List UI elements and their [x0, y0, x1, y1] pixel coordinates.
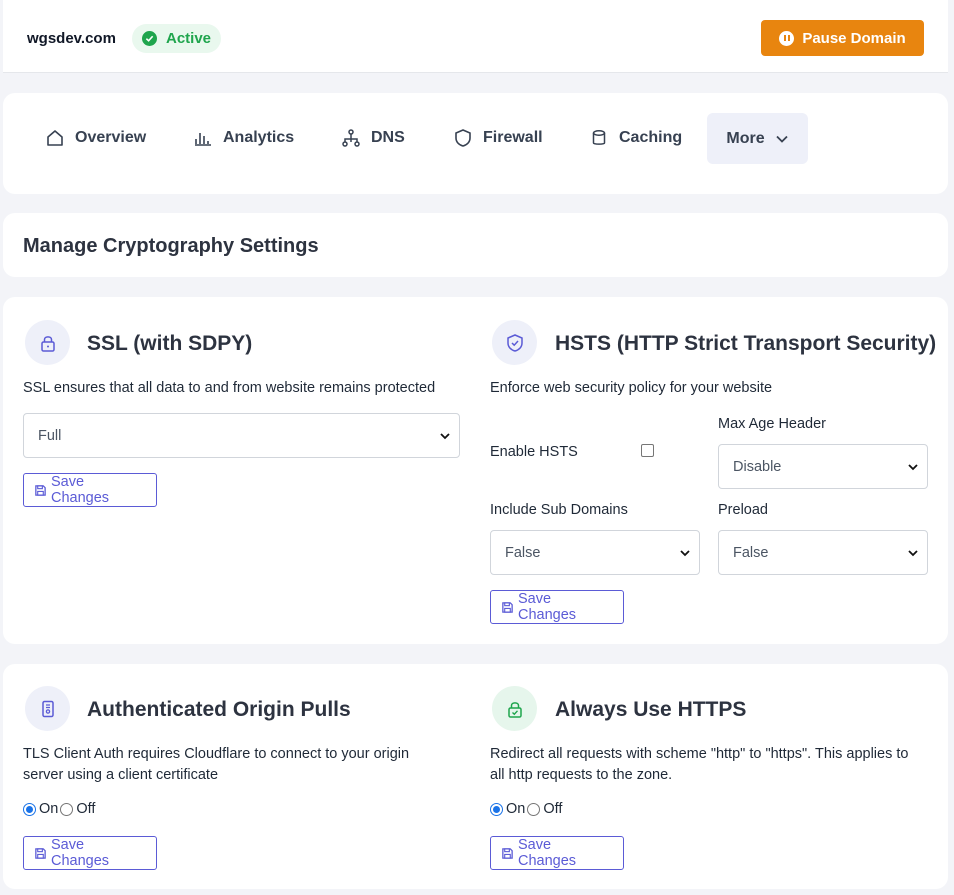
max-age-label: Max Age Header: [718, 416, 827, 432]
domain-name: wgsdev.com: [27, 30, 116, 47]
https-title: Always Use HTTPS: [555, 698, 747, 721]
origin-pulls-radio-group: On Off: [23, 801, 95, 817]
origin-pulls-description-line2: server using a client certificate: [23, 767, 219, 783]
https-save-button[interactable]: Save Changes: [490, 836, 624, 870]
save-label: Save Changes: [517, 591, 577, 623]
chevron-down-icon: [440, 433, 450, 440]
save-label: Save Changes: [50, 837, 110, 869]
max-age-select[interactable]: Disable: [718, 444, 928, 489]
hsts-save-button[interactable]: Save Changes: [490, 590, 624, 624]
nav-item-caching[interactable]: Caching: [589, 113, 682, 163]
enable-hsts-label: Enable HSTS: [490, 444, 578, 460]
nav-item-analytics[interactable]: Analytics: [193, 113, 294, 163]
off-label: Off: [76, 801, 96, 817]
pause-domain-button[interactable]: Pause Domain: [761, 20, 924, 56]
subdomains-value: False: [505, 544, 541, 561]
origin-pulls-on-radio[interactable]: [23, 802, 36, 816]
pause-icon: [779, 30, 795, 46]
enable-hsts-checkbox[interactable]: [641, 444, 654, 457]
subdomains-select[interactable]: False: [490, 530, 700, 575]
status-label: Active: [166, 30, 212, 47]
home-icon: [47, 130, 63, 146]
save-icon: [35, 484, 46, 496]
shield-check-icon: [492, 320, 537, 365]
lock-check-icon: [492, 686, 537, 731]
nav-item-label: Caching: [619, 129, 683, 146]
nav-item-dns[interactable]: DNS: [341, 113, 405, 163]
chevron-down-icon: [680, 550, 690, 557]
save-icon: [35, 847, 46, 859]
nav-item-label: Firewall: [483, 129, 543, 146]
save-label: Save Changes: [50, 474, 110, 506]
origin-https-card: Authenticated Origin Pulls TLS Client Au…: [3, 664, 948, 889]
certificate-icon: [25, 686, 70, 731]
ssl-hsts-card: SSL (with SDPY) SSL ensures that all dat…: [3, 297, 948, 644]
database-icon: [592, 130, 606, 145]
origin-pulls-save-button[interactable]: Save Changes: [23, 836, 157, 870]
lock-icon: [25, 320, 70, 365]
title-card: Manage Cryptography Settings: [3, 213, 948, 277]
ssl-mode-select[interactable]: Full: [23, 413, 460, 458]
ssl-mode-value: Full: [38, 427, 62, 444]
ssl-title: SSL (with SDPY): [87, 332, 253, 355]
origin-pulls-off-radio[interactable]: [60, 802, 74, 816]
check-circle-icon: [142, 31, 157, 46]
max-age-value: Disable: [733, 458, 782, 475]
network-icon: [342, 129, 360, 147]
preload-select[interactable]: False: [718, 530, 928, 575]
on-label: On: [39, 801, 59, 817]
nav-item-label: DNS: [371, 129, 405, 146]
https-radio-group: On Off: [490, 801, 562, 817]
chevron-down-icon: [908, 550, 918, 557]
ssl-description: SSL ensures that all data to and from we…: [23, 380, 436, 396]
page-title: Manage Cryptography Settings: [23, 235, 319, 257]
on-label: On: [506, 801, 526, 817]
preload-label: Preload: [718, 502, 768, 518]
origin-pulls-title: Authenticated Origin Pulls: [87, 698, 351, 721]
ssl-save-button[interactable]: Save Changes: [23, 473, 157, 507]
nav-card: Overview Analytics DNS Firewall Caching …: [3, 93, 948, 194]
preload-value: False: [733, 544, 769, 561]
chevron-down-icon: [908, 464, 918, 471]
nav-more-button[interactable]: More: [707, 113, 808, 164]
save-icon: [502, 847, 513, 859]
https-off-radio[interactable]: [527, 802, 541, 816]
https-on-radio[interactable]: [490, 802, 503, 816]
origin-pulls-description-line1: TLS Client Auth requires Cloudflare to c…: [23, 746, 410, 762]
save-icon: [502, 601, 513, 613]
https-description-line2: all http requests to the zone.: [490, 767, 673, 783]
shield-icon: [455, 129, 471, 147]
nav-item-label: Analytics: [223, 129, 295, 146]
nav-item-label: Overview: [75, 129, 147, 146]
top-bar: wgsdev.com Active Pause Domain: [3, 0, 948, 73]
subdomains-label: Include Sub Domains: [490, 502, 628, 518]
pause-domain-label: Pause Domain: [802, 29, 906, 47]
nav-item-overview[interactable]: Overview: [45, 113, 146, 163]
hsts-description: Enforce web security policy for your web…: [490, 380, 773, 396]
save-label: Save Changes: [517, 837, 577, 869]
off-label: Off: [543, 801, 563, 817]
status-badge: Active: [132, 24, 222, 53]
hsts-title: HSTS (HTTP Strict Transport Security): [555, 332, 937, 355]
chevron-down-icon: [775, 135, 788, 143]
https-description-line1: Redirect all requests with scheme "http"…: [490, 746, 909, 762]
nav-more-label: More: [726, 129, 765, 147]
bar-chart-icon: [195, 133, 211, 146]
nav-item-firewall[interactable]: Firewall: [453, 113, 543, 163]
